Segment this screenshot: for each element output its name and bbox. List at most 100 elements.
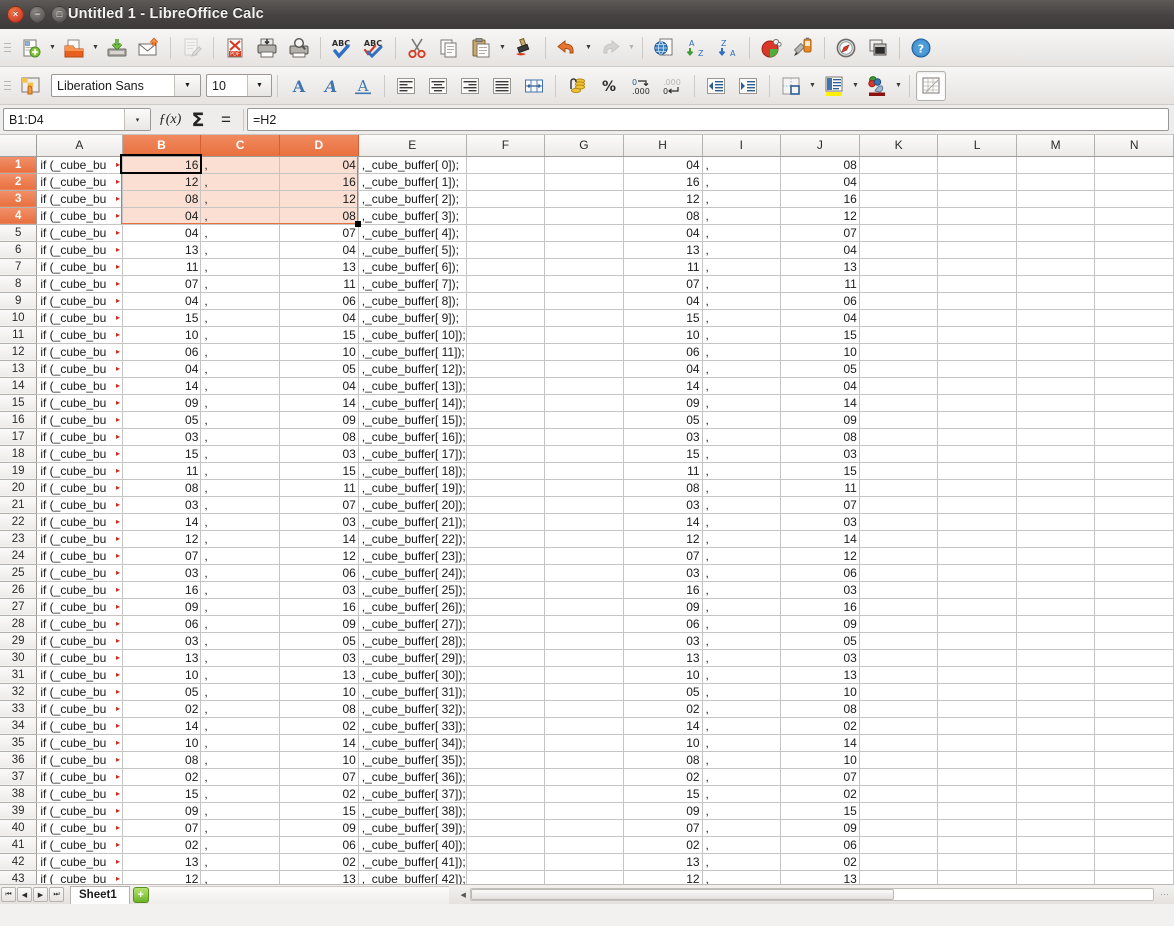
cell-b-7[interactable]: 11 — [122, 258, 202, 276]
cell-m-3[interactable] — [1016, 190, 1096, 208]
cell-m-42[interactable] — [1016, 853, 1096, 871]
cell-m-8[interactable] — [1016, 275, 1096, 293]
cell-b-22[interactable]: 14 — [122, 513, 202, 531]
new-document-icon[interactable] — [16, 33, 46, 63]
font-size-dropdown-icon[interactable]: ▼ — [247, 75, 271, 96]
cell-b-32[interactable]: 05 — [122, 683, 202, 701]
cell-c-11[interactable]: , — [200, 326, 280, 344]
cell-h-22[interactable]: 14 — [623, 513, 703, 531]
cell-i-5[interactable]: , — [702, 224, 781, 242]
cell-i-42[interactable]: , — [702, 853, 781, 871]
cell-m-32[interactable] — [1016, 683, 1096, 701]
cell-n-8[interactable] — [1094, 275, 1174, 293]
cell-f-13[interactable] — [466, 360, 546, 378]
cell-a-33[interactable]: if (_cube_bu ▸ — [36, 700, 123, 718]
cell-a-32[interactable]: if (_cube_bu ▸ — [36, 683, 123, 701]
cell-m-39[interactable] — [1016, 802, 1096, 820]
cell-d-6[interactable]: 04 — [279, 241, 359, 259]
row-header-26[interactable]: 26 — [0, 581, 38, 599]
cell-n-6[interactable] — [1094, 241, 1174, 259]
cell-h-35[interactable]: 10 — [623, 734, 703, 752]
minimize-window-button[interactable]: − — [29, 6, 46, 23]
font-name-dropdown-icon[interactable]: ▼ — [174, 75, 200, 96]
cell-e-32[interactable]: ,_cube_buffer[ 31]); — [358, 683, 467, 701]
cell-a-27[interactable]: if (_cube_bu ▸ — [36, 598, 123, 616]
cell-f-5[interactable] — [466, 224, 546, 242]
cell-g-12[interactable] — [544, 343, 624, 361]
spreadsheet-grid[interactable]: ABCDEFGHIJKLMN 1 if (_cube_bu ▸ 16, 04 ,_cube… — [0, 135, 1174, 904]
cell-n-32[interactable] — [1094, 683, 1174, 701]
cell-f-34[interactable] — [466, 717, 546, 735]
cell-g-4[interactable] — [544, 207, 624, 225]
cell-b-8[interactable]: 07 — [122, 275, 202, 293]
increase-indent-icon[interactable] — [733, 71, 763, 101]
cell-b-2[interactable]: 12 — [122, 173, 202, 191]
cell-n-2[interactable] — [1094, 173, 1174, 191]
cell-j-1[interactable]: 08 — [780, 156, 860, 174]
cell-m-20[interactable] — [1016, 479, 1096, 497]
cell-c-27[interactable]: , — [200, 598, 280, 616]
cell-f-41[interactable] — [466, 836, 546, 854]
cell-m-6[interactable] — [1016, 241, 1096, 259]
cell-c-4[interactable]: , — [200, 207, 280, 225]
cell-f-35[interactable] — [466, 734, 546, 752]
cell-n-28[interactable] — [1094, 615, 1174, 633]
cell-c-34[interactable]: , — [200, 717, 280, 735]
cell-d-8[interactable]: 11 — [279, 275, 359, 293]
cell-c-41[interactable]: , — [200, 836, 280, 854]
cell-g-22[interactable] — [544, 513, 624, 531]
cell-f-33[interactable] — [466, 700, 546, 718]
cell-i-10[interactable]: , — [702, 309, 781, 327]
cell-b-3[interactable]: 08 — [122, 190, 202, 208]
merge-cells-icon[interactable] — [519, 71, 549, 101]
cell-a-12[interactable]: if (_cube_bu ▸ — [36, 343, 123, 361]
cell-j-9[interactable]: 06 — [780, 292, 860, 310]
cell-h-30[interactable]: 13 — [623, 649, 703, 667]
row-header-9[interactable]: 9 — [0, 292, 38, 310]
cell-l-26[interactable] — [937, 581, 1017, 599]
cell-k-10[interactable] — [859, 309, 939, 327]
cell-c-8[interactable]: , — [200, 275, 280, 293]
cell-a-20[interactable]: if (_cube_bu ▸ — [36, 479, 123, 497]
cell-b-36[interactable]: 08 — [122, 751, 202, 769]
cell-g-37[interactable] — [544, 768, 624, 786]
cell-e-20[interactable]: ,_cube_buffer[ 19]); — [358, 479, 467, 497]
cell-c-37[interactable]: , — [200, 768, 280, 786]
cell-b-30[interactable]: 13 — [122, 649, 202, 667]
cell-i-8[interactable]: , — [702, 275, 781, 293]
cell-b-1[interactable]: 16 — [122, 156, 202, 174]
row-header-14[interactable]: 14 — [0, 377, 38, 395]
cell-h-33[interactable]: 02 — [623, 700, 703, 718]
cell-n-11[interactable] — [1094, 326, 1174, 344]
cell-i-3[interactable]: , — [702, 190, 781, 208]
help-icon[interactable]: ? — [906, 33, 936, 63]
last-sheet-button[interactable]: ⏭ — [49, 887, 64, 902]
cell-a-39[interactable]: if (_cube_bu ▸ — [36, 802, 123, 820]
cell-h-7[interactable]: 11 — [623, 258, 703, 276]
cell-j-3[interactable]: 16 — [780, 190, 860, 208]
cell-i-34[interactable]: , — [702, 717, 781, 735]
window-list-icon[interactable] — [863, 33, 893, 63]
cell-c-30[interactable]: , — [200, 649, 280, 667]
cell-g-17[interactable] — [544, 428, 624, 446]
cell-h-17[interactable]: 03 — [623, 428, 703, 446]
cell-m-21[interactable] — [1016, 496, 1096, 514]
cell-l-24[interactable] — [937, 547, 1017, 565]
cell-e-19[interactable]: ,_cube_buffer[ 18]); — [358, 462, 467, 480]
cell-g-7[interactable] — [544, 258, 624, 276]
cell-b-13[interactable]: 04 — [122, 360, 202, 378]
cell-h-32[interactable]: 05 — [623, 683, 703, 701]
cell-b-15[interactable]: 09 — [122, 394, 202, 412]
cell-j-8[interactable]: 11 — [780, 275, 860, 293]
cell-n-3[interactable] — [1094, 190, 1174, 208]
cell-d-30[interactable]: 03 — [279, 649, 359, 667]
cell-e-3[interactable]: ,_cube_buffer[ 2]); — [358, 190, 467, 208]
cell-c-12[interactable]: , — [200, 343, 280, 361]
cell-e-12[interactable]: ,_cube_buffer[ 11]); — [358, 343, 467, 361]
cell-h-18[interactable]: 15 — [623, 445, 703, 463]
column-header-j[interactable]: J — [780, 135, 860, 157]
cell-a-4[interactable]: if (_cube_bu ▸ — [36, 207, 123, 225]
cell-j-31[interactable]: 13 — [780, 666, 860, 684]
cell-k-34[interactable] — [859, 717, 939, 735]
delete-decimal-icon[interactable]: .000 0 — [658, 71, 688, 101]
